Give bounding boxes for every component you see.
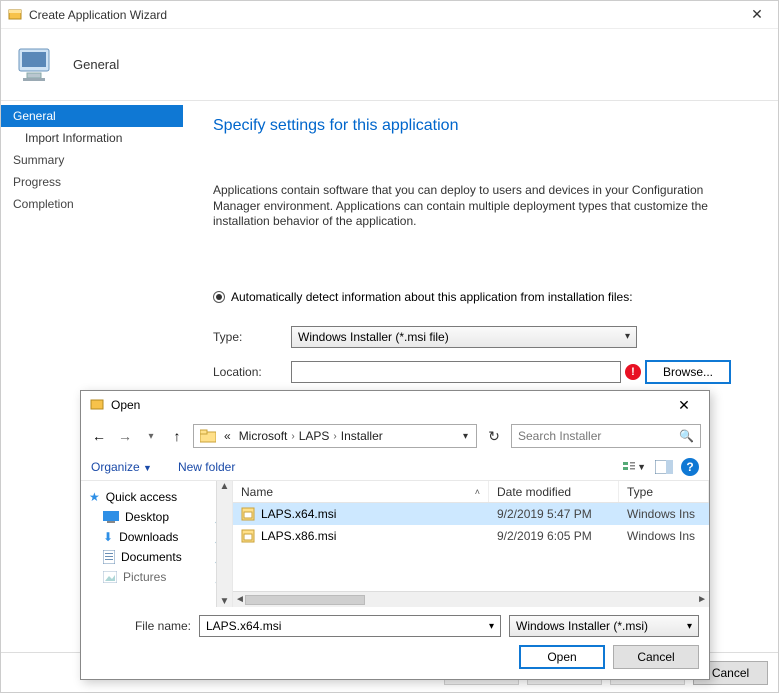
type-label: Type: [213,330,291,344]
col-date[interactable]: Date modified [489,481,619,502]
msi-icon [241,529,255,543]
dialog-close-button[interactable]: ✕ [667,397,701,414]
nav-item-completion[interactable]: Completion [1,193,183,215]
content-paragraph: Applications contain software that you c… [213,183,733,230]
location-input[interactable] [291,361,621,383]
path-dropdown-icon[interactable]: ▾ [457,431,474,442]
list-header: Name ˄ Date modified Type [233,481,709,503]
filename-input[interactable]: LAPS.x64.msi ▾ [199,615,501,637]
folder-icon [200,429,216,443]
new-folder-button[interactable]: New folder [178,460,235,474]
help-icon[interactable]: ? [681,458,699,476]
auto-detect-radio-label: Automatically detect information about t… [231,290,633,304]
tree-quick-access[interactable]: ★ Quick access [85,487,232,507]
organize-menu[interactable]: Organize ▼ [91,460,152,474]
scroll-down-icon[interactable]: ▼ [220,596,230,607]
document-icon [103,550,115,564]
search-placeholder: Search Installer [518,429,601,443]
dialog-title: Open [111,398,140,412]
list-horizontal-scrollbar[interactable]: ◄ ► [233,591,709,607]
filetype-filter[interactable]: Windows Installer (*.msi) ▾ [509,615,699,637]
download-icon: ⬇ [103,530,113,544]
tree-pictures[interactable]: Pictures 📌 [85,567,232,587]
wizard-titlebar: Create Application Wizard ✕ [1,1,778,29]
dialog-nav-row: ← → ▾ ↑ « Microsoft › LAPS › Installer ▾… [81,419,709,453]
file-row[interactable]: LAPS.x86.msi 9/2/2019 6:05 PM Windows In… [233,525,709,547]
path-seg-0[interactable]: Microsoft [235,429,292,443]
nav-item-import-information[interactable]: Import Information [1,127,183,149]
auto-detect-radio-row[interactable]: Automatically detect information about t… [213,290,748,304]
open-file-dialog: Open ✕ ← → ▾ ↑ « Microsoft › LAPS › Inst… [80,390,710,680]
sort-asc-icon: ˄ [475,487,480,497]
recent-chevron-icon[interactable]: ▾ [141,426,161,446]
location-row: Location: ! Browse... [213,360,748,384]
col-type[interactable]: Type [619,481,709,502]
tree-desktop[interactable]: Desktop 📌 [85,507,232,527]
msi-icon [241,507,255,521]
wizard-app-icon [7,7,23,23]
filename-label: File name: [91,619,191,633]
type-select-value: Windows Installer (*.msi file) [298,330,449,344]
chevron-down-icon: ▼ [143,463,152,473]
error-icon: ! [625,364,641,380]
location-label: Location: [213,365,291,379]
dialog-toolbar: Organize ▼ New folder ▼ ? [81,453,709,481]
search-icon: 🔍 [679,429,694,443]
search-input[interactable]: Search Installer 🔍 [511,424,701,448]
scroll-left-icon[interactable]: ◄ [235,594,245,605]
path-breadcrumb[interactable]: « Microsoft › LAPS › Installer ▾ [193,424,477,448]
type-row: Type: Windows Installer (*.msi file) ▾ [213,326,748,348]
tree-documents[interactable]: Documents 📌 [85,547,232,567]
dialog-app-icon [89,397,105,413]
chevron-down-icon: ▾ [687,621,692,632]
preview-pane-icon[interactable] [651,457,677,477]
type-select[interactable]: Windows Installer (*.msi file) ▾ [291,326,637,348]
chevron-down-icon: ▾ [625,331,630,342]
nav-item-general[interactable]: General [1,105,183,127]
view-options-icon[interactable]: ▼ [621,457,647,477]
back-arrow-icon[interactable]: ← [89,426,109,446]
content-heading: Specify settings for this application [213,117,748,135]
path-seg-1[interactable]: LAPS [295,429,334,443]
computer-icon [15,43,59,87]
scroll-thumb[interactable] [245,595,365,605]
tree-scrollbar[interactable]: ▲ ▼ [216,481,232,607]
refresh-icon[interactable]: ↻ [483,428,505,445]
scroll-right-icon[interactable]: ► [697,594,707,605]
file-row[interactable]: LAPS.x64.msi 9/2/2019 5:47 PM Windows In… [233,503,709,525]
browse-button[interactable]: Browse... [645,360,731,384]
tree-downloads[interactable]: ⬇ Downloads 📌 [85,527,232,547]
path-seg-2[interactable]: Installer [337,429,387,443]
scroll-up-icon[interactable]: ▲ [220,481,230,492]
picture-icon [103,571,117,583]
forward-arrow-icon: → [115,426,135,446]
wizard-header-label: General [73,57,119,72]
wizard-title: Create Application Wizard [29,8,167,22]
nav-item-summary[interactable]: Summary [1,149,183,171]
folder-tree: ★ Quick access Desktop 📌 ⬇ Downloads 📌 D… [81,481,233,607]
wizard-header: General [1,29,778,101]
radio-selected-icon [213,291,225,303]
wizard-close-button[interactable]: ✕ [742,5,772,25]
col-name[interactable]: Name ˄ [233,481,489,502]
desktop-icon [103,511,119,523]
star-icon: ★ [89,490,100,504]
dialog-bottom: File name: LAPS.x64.msi ▾ Windows Instal… [81,607,709,679]
file-list: Name ˄ Date modified Type LAPS.x64.msi 9… [233,481,709,607]
nav-item-progress[interactable]: Progress [1,171,183,193]
path-prefix: « [220,429,235,443]
up-arrow-icon[interactable]: ↑ [167,426,187,446]
open-button[interactable]: Open [519,645,605,669]
dialog-cancel-button[interactable]: Cancel [613,645,699,669]
dialog-titlebar: Open ✕ [81,391,709,419]
chevron-down-icon: ▾ [489,621,494,632]
